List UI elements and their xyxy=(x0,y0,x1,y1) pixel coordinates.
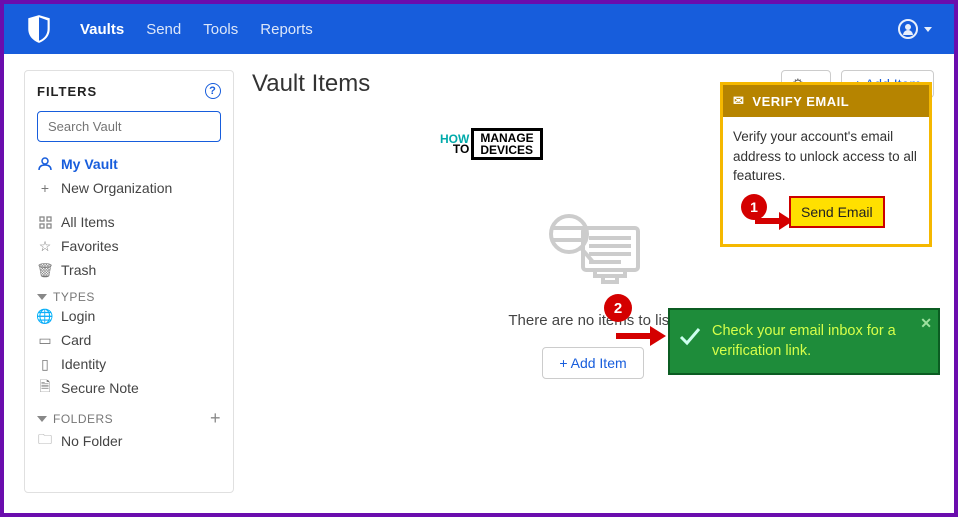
toast-text: Check your email inbox for a verificatio… xyxy=(712,323,896,359)
sidebar-item-my-vault[interactable]: My Vault xyxy=(37,152,221,176)
nav-items: Vaults Send Tools Reports xyxy=(80,21,313,38)
add-item-center-button[interactable]: + Add Item xyxy=(542,347,643,379)
globe-icon: 🌐 xyxy=(37,308,53,324)
chevron-down-icon xyxy=(924,27,932,32)
sidebar-item-new-org[interactable]: + New Organization xyxy=(37,176,221,200)
arrow-icon xyxy=(616,328,670,344)
page-title: Vault Items xyxy=(252,70,370,98)
note-icon: 🗎 xyxy=(37,380,53,396)
sidebar-item-favorites[interactable]: ☆ Favorites xyxy=(37,234,221,258)
sidebar-item-label: Secure Note xyxy=(61,380,139,396)
nav-send[interactable]: Send xyxy=(146,21,181,38)
identity-icon: ▯ xyxy=(37,356,53,372)
annotation-step-2: 2 xyxy=(604,294,632,322)
verify-email-panel: ✉ VERIFY EMAIL Verify your account's ema… xyxy=(720,82,932,247)
sidebar-item-no-folder[interactable]: 🗀 No Folder xyxy=(37,429,221,453)
plus-icon: + xyxy=(37,180,53,196)
nav-vaults[interactable]: Vaults xyxy=(80,21,124,38)
folder-icon: 🗀 xyxy=(37,433,53,449)
sidebar-item-label: No Folder xyxy=(61,433,122,449)
verify-title: VERIFY EMAIL xyxy=(752,94,849,109)
watermark: HOW TO MANAGE DEVICES xyxy=(440,128,543,160)
person-icon xyxy=(37,156,53,172)
grid-icon xyxy=(37,214,53,230)
send-email-button[interactable]: Send Email xyxy=(789,196,885,228)
sidebar-item-label: Favorites xyxy=(61,238,119,254)
search-input[interactable] xyxy=(37,111,221,142)
account-menu[interactable] xyxy=(898,19,932,39)
check-icon xyxy=(678,324,702,348)
sidebar-item-label: Identity xyxy=(61,356,106,372)
sidebar-item-label: Login xyxy=(61,308,95,324)
sidebar-item-all-items[interactable]: All Items xyxy=(37,210,221,234)
top-nav: Vaults Send Tools Reports xyxy=(4,4,954,54)
star-icon: ☆ xyxy=(37,238,53,254)
verify-text: Verify your account's email address to u… xyxy=(733,129,917,183)
sidebar-item-label: My Vault xyxy=(61,156,118,172)
nav-reports[interactable]: Reports xyxy=(260,21,313,38)
sidebar-item-secure-note[interactable]: 🗎 Secure Note xyxy=(37,376,221,400)
types-header[interactable]: TYPES xyxy=(37,290,221,304)
sidebar-item-identity[interactable]: ▯ Identity xyxy=(37,352,221,376)
folders-header[interactable]: FOLDERS + xyxy=(37,408,221,429)
chevron-down-icon xyxy=(37,416,47,422)
help-icon[interactable]: ? xyxy=(205,83,221,99)
card-icon: ▭ xyxy=(37,332,53,348)
toast-close-button[interactable]: ✕ xyxy=(920,314,932,333)
sidebar-item-label: Card xyxy=(61,332,91,348)
empty-illustration xyxy=(533,198,653,298)
sidebar: FILTERS ? My Vault + New Organization Al… xyxy=(24,70,234,493)
filters-title: FILTERS xyxy=(37,84,97,99)
chevron-down-icon xyxy=(37,294,47,300)
brand-shield-icon[interactable] xyxy=(26,14,52,44)
add-folder-icon[interactable]: + xyxy=(210,408,221,429)
avatar-icon xyxy=(898,19,918,39)
sidebar-item-label: All Items xyxy=(61,214,115,230)
sidebar-item-card[interactable]: ▭ Card xyxy=(37,328,221,352)
toast-success: Check your email inbox for a verificatio… xyxy=(668,308,940,375)
mail-icon: ✉ xyxy=(733,93,744,109)
sidebar-item-login[interactable]: 🌐 Login xyxy=(37,304,221,328)
nav-tools[interactable]: Tools xyxy=(203,21,238,38)
sidebar-item-trash[interactable]: 🗑 Trash xyxy=(37,258,221,282)
sidebar-item-label: Trash xyxy=(61,262,96,278)
trash-icon: 🗑 xyxy=(37,262,53,278)
sidebar-item-label: New Organization xyxy=(61,180,172,196)
